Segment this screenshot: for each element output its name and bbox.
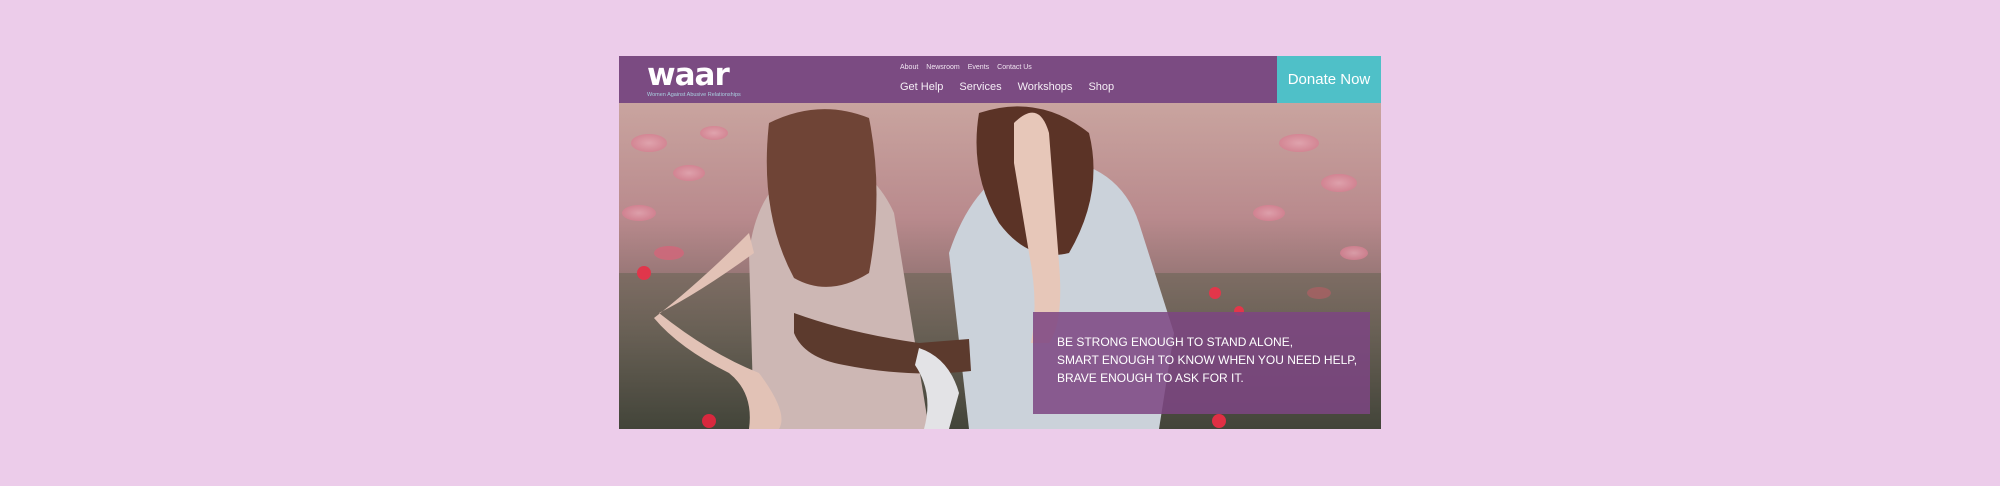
primary-nav: Get Help Services Workshops Shop — [900, 81, 1114, 93]
nav-link-contact-us[interactable]: Contact Us — [997, 64, 1032, 71]
donate-now-button[interactable]: Donate Now — [1277, 56, 1381, 103]
hero-section: BE STRONG ENOUGH TO STAND ALONE, SMART E… — [619, 103, 1381, 429]
nav-link-services[interactable]: Services — [959, 81, 1001, 93]
logo-wordmark: waar — [647, 57, 730, 93]
nav-link-shop[interactable]: Shop — [1088, 81, 1114, 93]
quote-box: BE STRONG ENOUGH TO STAND ALONE, SMART E… — [1033, 312, 1370, 414]
secondary-nav: About Newsroom Events Contact Us — [900, 64, 1032, 71]
website-screenshot: waar Women Against Abusive Relationships… — [619, 56, 1381, 429]
nav-link-workshops[interactable]: Workshops — [1018, 81, 1073, 93]
quote-line-1: BE STRONG ENOUGH TO STAND ALONE, — [1057, 335, 1294, 349]
nav-link-about[interactable]: About — [900, 64, 918, 71]
site-header: waar Women Against Abusive Relationships… — [619, 56, 1381, 103]
nav-link-events[interactable]: Events — [968, 64, 989, 71]
waar-logo[interactable]: waar Women Against Abusive Relationships — [647, 57, 757, 100]
logo-tagline: Women Against Abusive Relationships — [647, 92, 741, 98]
nav-link-get-help[interactable]: Get Help — [900, 81, 943, 93]
quote-line-3: BRAVE ENOUGH TO ASK FOR IT. — [1057, 371, 1244, 385]
quote-line-2: SMART ENOUGH TO KNOW WHEN YOU NEED HELP, — [1057, 353, 1358, 367]
nav-link-newsroom[interactable]: Newsroom — [926, 64, 959, 71]
